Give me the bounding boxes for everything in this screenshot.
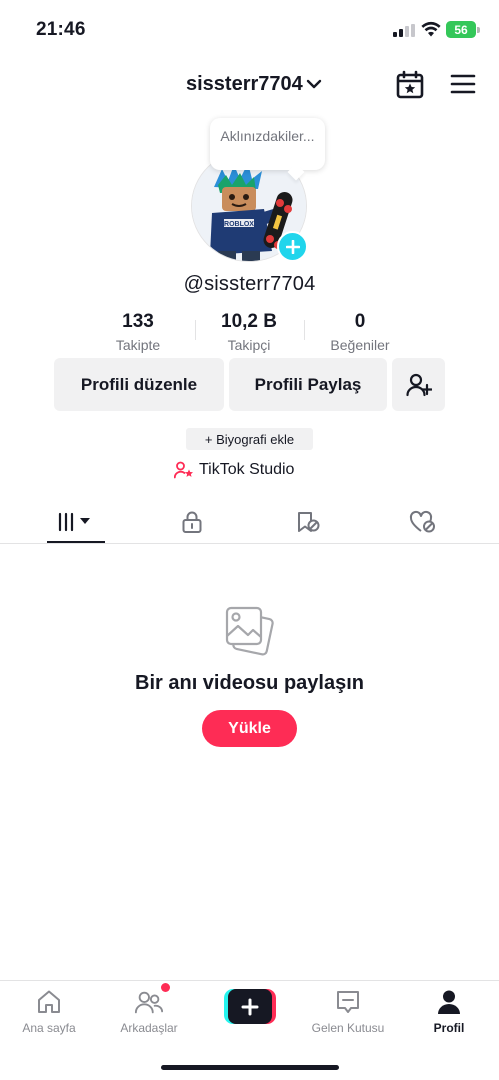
upload-button[interactable]: Yükle bbox=[202, 710, 297, 747]
battery-icon: 56 bbox=[446, 21, 480, 38]
nav-friends-label: Arkadaşlar bbox=[120, 1021, 178, 1035]
grid-icon bbox=[58, 512, 90, 531]
menu-icon[interactable] bbox=[450, 72, 476, 96]
home-indicator bbox=[161, 1065, 339, 1070]
chevron-down-icon bbox=[306, 79, 321, 89]
plus-icon bbox=[285, 239, 300, 254]
profile-header: sissterr7704 bbox=[0, 60, 499, 108]
stat-followers[interactable]: 10,2 B Takipçi bbox=[204, 310, 294, 353]
signal-icon bbox=[393, 24, 415, 37]
tab-private[interactable] bbox=[163, 500, 221, 543]
edit-profile-button[interactable]: Profili düzenle bbox=[54, 358, 224, 411]
tab-saved[interactable] bbox=[279, 500, 337, 543]
stat-divider bbox=[195, 320, 196, 340]
nav-home-label: Ana sayfa bbox=[22, 1021, 76, 1035]
share-profile-button[interactable]: Profili Paylaş bbox=[229, 358, 387, 411]
profile-handle: @sissterr7704 bbox=[183, 273, 316, 295]
home-icon bbox=[38, 990, 60, 1013]
notification-dot bbox=[161, 983, 170, 992]
nav-profile[interactable]: Profil bbox=[404, 987, 494, 1035]
stat-following[interactable]: 133 Takipte bbox=[95, 310, 181, 353]
user-star-icon bbox=[174, 461, 193, 479]
nav-friends[interactable]: Arkadaşlar bbox=[104, 987, 194, 1035]
header-username: sissterr7704 bbox=[186, 72, 303, 95]
status-time: 21:46 bbox=[36, 19, 86, 40]
stat-likes-value: 0 bbox=[354, 311, 366, 332]
stat-followers-value: 10,2 B bbox=[221, 311, 277, 332]
calendar-star-icon[interactable] bbox=[395, 70, 425, 100]
nav-inbox-label: Gelen Kutusu bbox=[311, 1021, 385, 1035]
friends-icon bbox=[134, 991, 164, 1014]
plus-icon bbox=[241, 998, 259, 1015]
liked-icon bbox=[409, 510, 435, 532]
tab-videos[interactable] bbox=[47, 500, 105, 543]
profile-icon bbox=[438, 990, 460, 1014]
nav-profile-label: Profil bbox=[433, 1021, 465, 1035]
lock-icon bbox=[182, 511, 202, 533]
stat-likes-label: Beğeniler bbox=[330, 337, 390, 353]
content-tabs bbox=[0, 500, 499, 544]
status-bar: 21:46 56 bbox=[0, 0, 499, 54]
stat-following-label: Takipte bbox=[115, 337, 161, 353]
tiktok-studio-label: TikTok Studio bbox=[199, 461, 295, 478]
nav-inbox[interactable]: Gelen Kutusu bbox=[303, 987, 393, 1035]
battery-level: 56 bbox=[446, 21, 476, 38]
tab-liked[interactable] bbox=[394, 500, 452, 543]
saved-icon bbox=[298, 511, 320, 532]
tiktok-studio-link[interactable]: TikTok Studio bbox=[174, 459, 294, 481]
stat-likes[interactable]: 0 Beğeniler bbox=[316, 310, 404, 353]
add-bio-button[interactable]: + Biyografi ekle bbox=[186, 428, 313, 450]
stat-following-value: 133 bbox=[122, 311, 154, 332]
create-button[interactable] bbox=[224, 989, 276, 1024]
stat-followers-label: Takipçi bbox=[227, 337, 271, 353]
wifi-icon bbox=[421, 21, 441, 37]
active-tab-indicator bbox=[47, 541, 105, 543]
stat-divider bbox=[304, 320, 305, 340]
add-avatar-button[interactable] bbox=[277, 231, 308, 262]
photo-empty-icon bbox=[225, 606, 274, 656]
add-user-icon bbox=[405, 373, 432, 396]
status-tooltip[interactable]: Aklınızdakiler... bbox=[210, 118, 325, 170]
add-friend-button[interactable] bbox=[392, 358, 445, 411]
account-switcher[interactable]: sissterr7704 bbox=[186, 70, 322, 98]
nav-home[interactable]: Ana sayfa bbox=[4, 987, 94, 1035]
svg-text:ROBLOX: ROBLOX bbox=[224, 221, 254, 228]
inbox-icon bbox=[337, 991, 359, 1013]
empty-state-title: Bir anı videosu paylaşın bbox=[135, 672, 364, 694]
